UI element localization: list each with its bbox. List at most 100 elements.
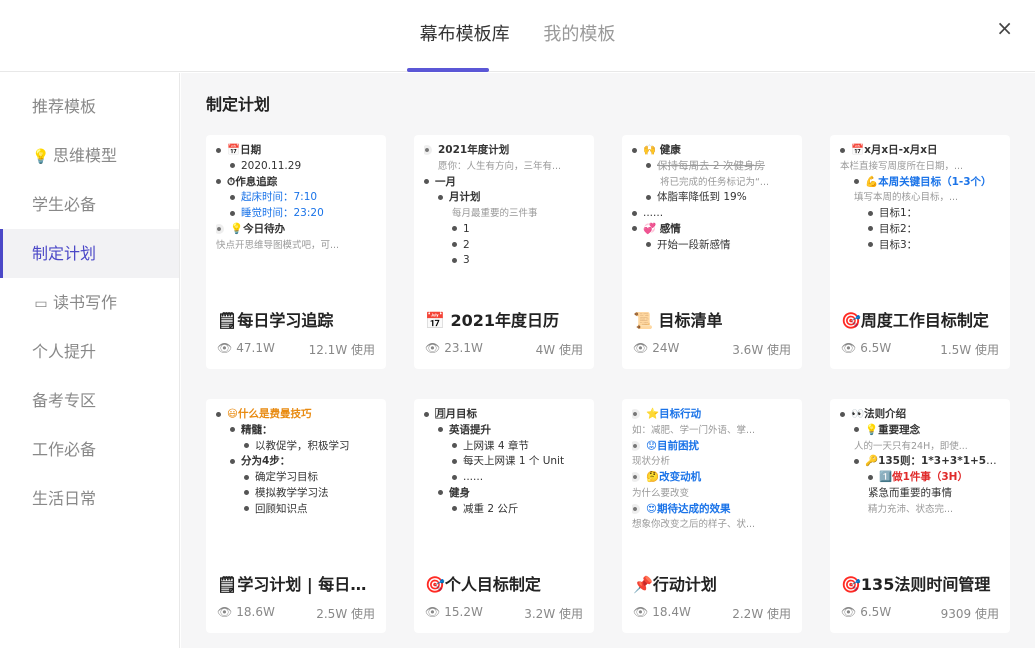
preview-text: 目标2：	[879, 222, 918, 235]
preview-text: 😟目前困扰	[646, 439, 699, 452]
sidebar-item[interactable]: 推荐模板	[0, 82, 179, 131]
bullet-icon	[452, 226, 457, 232]
preview-line: 以教促学，积极学习	[216, 439, 378, 455]
bullet-icon	[632, 472, 640, 482]
tab-bar: 幕布模板库 我的模板	[0, 20, 1035, 46]
bullet-icon	[424, 179, 429, 184]
preview-text: 以教促学，积极学习	[255, 439, 350, 452]
preview-line: 体脂率降低到 19%	[632, 190, 794, 206]
tab-template-library[interactable]: 幕布模板库	[420, 20, 510, 46]
template-stats: 👁 23.1W 4W 使用	[425, 341, 583, 357]
view-count: 18.6W	[236, 605, 275, 619]
preview-text: 1	[463, 222, 470, 235]
preview-text: ⏱作息追踪	[227, 175, 278, 188]
view-count: 6.5W	[860, 341, 892, 355]
preview-line: 📅日期	[216, 143, 378, 159]
preview-line: 月计划	[424, 190, 586, 206]
preview-line: 保持每周去 2 次健身房	[632, 159, 794, 175]
template-card[interactable]: 🙌 健康 保持每周去 2 次健身房 将已完成的任务标记为“... 体脂率降低到 19%…	[622, 135, 802, 369]
preview-text: 🔑135则：1*3+3*1+5*0.5=8.5H	[865, 455, 1002, 468]
sidebar-item[interactable]: 个人提升	[0, 327, 179, 376]
preview-line: 目标2：	[840, 222, 1002, 238]
template-card[interactable]: 🈷月目标 英语提升 上网课 4 章节 每天上网课 1 个 Unit...... 健身 减重…	[414, 399, 594, 633]
preview-text: 英语提升	[449, 423, 491, 436]
use-count: 2.5W 使用	[316, 607, 375, 621]
bullet-icon	[216, 179, 221, 184]
template-card[interactable]: 📅x月x日-x月x日 本栏直接写周度所在日期，... 💪本周关键目标（1-3个） 填写…	[830, 135, 1010, 369]
preview-text: 精力充沛、状态完...	[868, 503, 954, 515]
preview-text: 🤔改变动机	[646, 471, 702, 483]
view-count: 23.1W	[444, 341, 483, 355]
sidebar-item[interactable]: 工作必备	[0, 425, 179, 474]
eye-icon: 👁	[633, 341, 649, 355]
bullet-icon	[438, 490, 443, 496]
preview-text: 愿你：人生有方向，三年有...	[438, 160, 562, 172]
bullet-icon	[868, 242, 873, 247]
sidebar-item-label: 个人提升	[32, 342, 97, 361]
bullet-icon	[840, 147, 845, 153]
sidebar-item[interactable]: 备考专区	[0, 376, 179, 425]
preview-line: 填写本周的核心目标，...	[840, 190, 1002, 206]
template-card[interactable]: 📅日期 2020.11.29 ⏱作息追踪 起床时间：7:10 睡觉时间：23:20 💡今日…	[206, 135, 386, 369]
sidebar-item[interactable]: 生活日常	[0, 474, 179, 523]
preview-line: 上网课 4 章节	[424, 439, 586, 455]
template-content: 制定计划 📅日期 2020.11.29 ⏱作息追踪 起床时间：7:10 睡觉时间：23:…	[181, 73, 1035, 648]
template-stats: 👁 6.5W 9309 使用	[841, 605, 999, 621]
sidebar-item[interactable]: 学生必备	[0, 180, 179, 229]
bullet-icon	[244, 443, 249, 448]
template-card[interactable]: 👀法则介绍 💡重要理念 人的一天只有24H，即使... 🔑135则：1*3+3*1+5…	[830, 399, 1010, 633]
preview-text: 💪本周关键目标（1-3个）	[865, 175, 992, 188]
eye-icon: 👁	[633, 605, 649, 619]
bullet-icon	[646, 194, 651, 200]
use-count: 12.1W 使用	[308, 343, 375, 357]
book-icon: ▭	[34, 296, 48, 312]
preview-line: 紧急而重要的事情	[840, 486, 1002, 502]
preview-line: 💡重要理念	[840, 423, 1002, 439]
preview-text: 上网课 4 章节	[463, 439, 529, 452]
preview-line: 减重 2 公斤	[424, 502, 586, 518]
bullet-icon	[452, 474, 457, 480]
template-preview: ⭐目标行动 如：减肥、学一门外语、掌... 😟目前困扰 现状分析 🤔改变动机 为什么要改变…	[622, 399, 802, 563]
preview-line: 💞 感情	[632, 222, 794, 238]
preview-text: 2021年度计划	[438, 144, 510, 156]
use-count: 1.5W 使用	[940, 343, 999, 357]
preview-text: 健身	[449, 486, 470, 499]
template-preview: 🈷月目标 英语提升 上网课 4 章节 每天上网课 1 个 Unit...... 健身 减重…	[414, 399, 594, 563]
template-stats: 👁 15.2W 3.2W 使用	[425, 605, 583, 621]
bullet-icon	[424, 145, 432, 155]
bullet-icon	[230, 427, 235, 433]
template-stats: 👁 6.5W 1.5W 使用	[841, 341, 999, 357]
sidebar-item[interactable]: 💡 思维模型	[0, 131, 179, 180]
view-count: 6.5W	[860, 605, 892, 619]
template-card[interactable]: 😃什么是费曼技巧 精髓： 以教促学，积极学习 分为4步： 确定学习目标 模拟教学学习法 回顾…	[206, 399, 386, 633]
preview-text: 紧急而重要的事情	[868, 486, 952, 499]
sidebar-item[interactable]: 制定计划	[0, 229, 179, 278]
bullet-icon	[230, 210, 235, 216]
template-card[interactable]: ⭐目标行动 如：减肥、学一门外语、掌... 😟目前困扰 现状分析 🤔改变动机 为什么要改变…	[622, 399, 802, 633]
preview-text: ⭐目标行动	[646, 408, 702, 420]
preview-line: 📅x月x日-x月x日	[840, 143, 1002, 159]
bullet-icon	[632, 440, 640, 451]
preview-text: 🈷月目标	[435, 408, 477, 420]
preview-text: 一月	[435, 175, 456, 188]
preview-line: ⭐目标行动	[632, 407, 794, 423]
preview-text: 模拟教学学习法	[255, 486, 329, 499]
template-card[interactable]: 2021年度计划 愿你：人生有方向，三年有... 一月 月计划 每月最重要的三件事 1 2 3…	[414, 135, 594, 369]
template-title: 🎯135法则时间管理	[841, 575, 991, 594]
preview-text: 确定学习目标	[255, 471, 318, 483]
bullet-icon	[854, 458, 859, 464]
tab-my-templates[interactable]: 我的模板	[543, 20, 615, 46]
preview-text: 🙌 健康	[643, 144, 681, 156]
sidebar-item[interactable]: ▭ 读书写作	[0, 278, 179, 327]
sidebar-item-label: 生活日常	[32, 489, 97, 508]
preview-line: 目标3：	[840, 238, 1002, 254]
template-stats: 👁 18.6W 2.5W 使用	[217, 605, 375, 621]
preview-text: 睡觉时间：23:20	[241, 207, 324, 219]
preview-text: 目标1：	[879, 207, 918, 219]
close-icon[interactable]: ×	[996, 16, 1013, 40]
preview-line: 人的一天只有24H，即使...	[840, 439, 1002, 455]
bullet-icon	[216, 223, 224, 234]
preview-text: 分为4步：	[241, 455, 291, 468]
preview-text: 人的一天只有24H，即使...	[854, 440, 968, 452]
bullet-icon	[868, 226, 873, 232]
